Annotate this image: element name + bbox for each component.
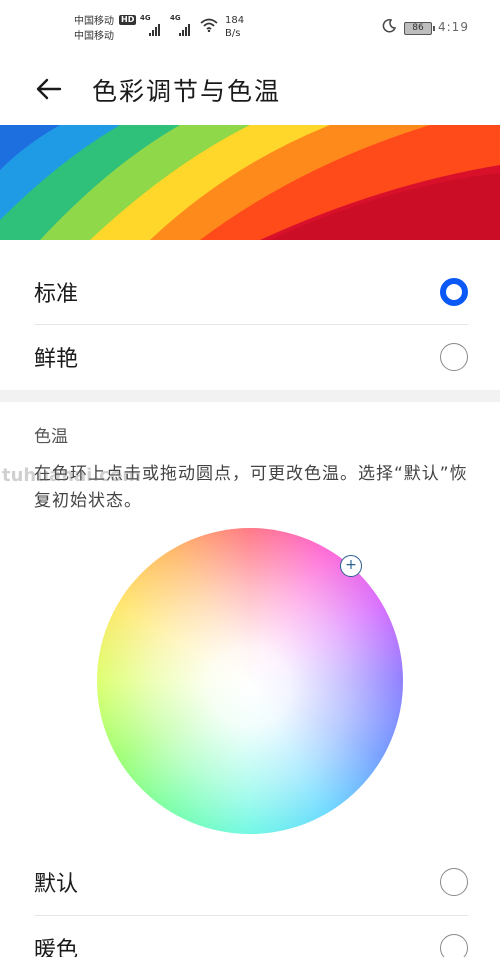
temperature-option-label: 暖色 (34, 938, 79, 957)
carrier-info: 中国移动 中国移动 (74, 14, 114, 44)
mode-option-standard[interactable]: 标准 (34, 260, 468, 326)
radio-unselected-icon[interactable] (440, 868, 468, 896)
status-bar: 中国移动 中国移动 HD 4G 4G 184 B/s 86 4:19 (0, 0, 500, 50)
moon-icon (382, 19, 396, 33)
battery-level: 86 (412, 23, 424, 33)
page-title: 色彩调节与色温 (92, 77, 282, 106)
radio-unselected-icon[interactable] (440, 343, 468, 371)
temperature-option-label: 默认 (34, 872, 79, 897)
color-banner-image (0, 125, 500, 240)
watermark: tuhuanai.com (2, 465, 141, 486)
radio-selected-icon[interactable] (440, 278, 468, 306)
network-type-1: 4G (140, 14, 151, 22)
mode-option-label: 标准 (34, 282, 79, 307)
wifi-icon (200, 18, 218, 32)
speed-value: 184 (225, 15, 245, 26)
arrow-left-icon[interactable] (34, 74, 64, 104)
mode-option-vivid[interactable]: 鲜艳 (34, 325, 468, 391)
network-speed: 184 B/s (225, 14, 244, 40)
network-type-2: 4G (170, 14, 181, 22)
status-time: 4:19 (438, 20, 469, 34)
temperature-option-default[interactable]: 默认 (34, 850, 468, 916)
mode-option-label: 鲜艳 (34, 347, 79, 372)
hd-badge: HD (119, 15, 137, 25)
temperature-option-warm[interactable]: 暖色 (34, 916, 468, 957)
speed-unit: B/s (225, 28, 241, 39)
header: 色彩调节与色温 (0, 60, 500, 120)
battery-icon: 86 (404, 22, 435, 35)
plus-icon[interactable]: + (340, 555, 362, 577)
carrier-1: 中国移动 (74, 16, 114, 27)
radio-unselected-icon[interactable] (440, 934, 468, 957)
carrier-2: 中国移动 (74, 31, 114, 42)
section-separator (0, 390, 500, 402)
section-title-temperature: 色温 (34, 427, 68, 447)
